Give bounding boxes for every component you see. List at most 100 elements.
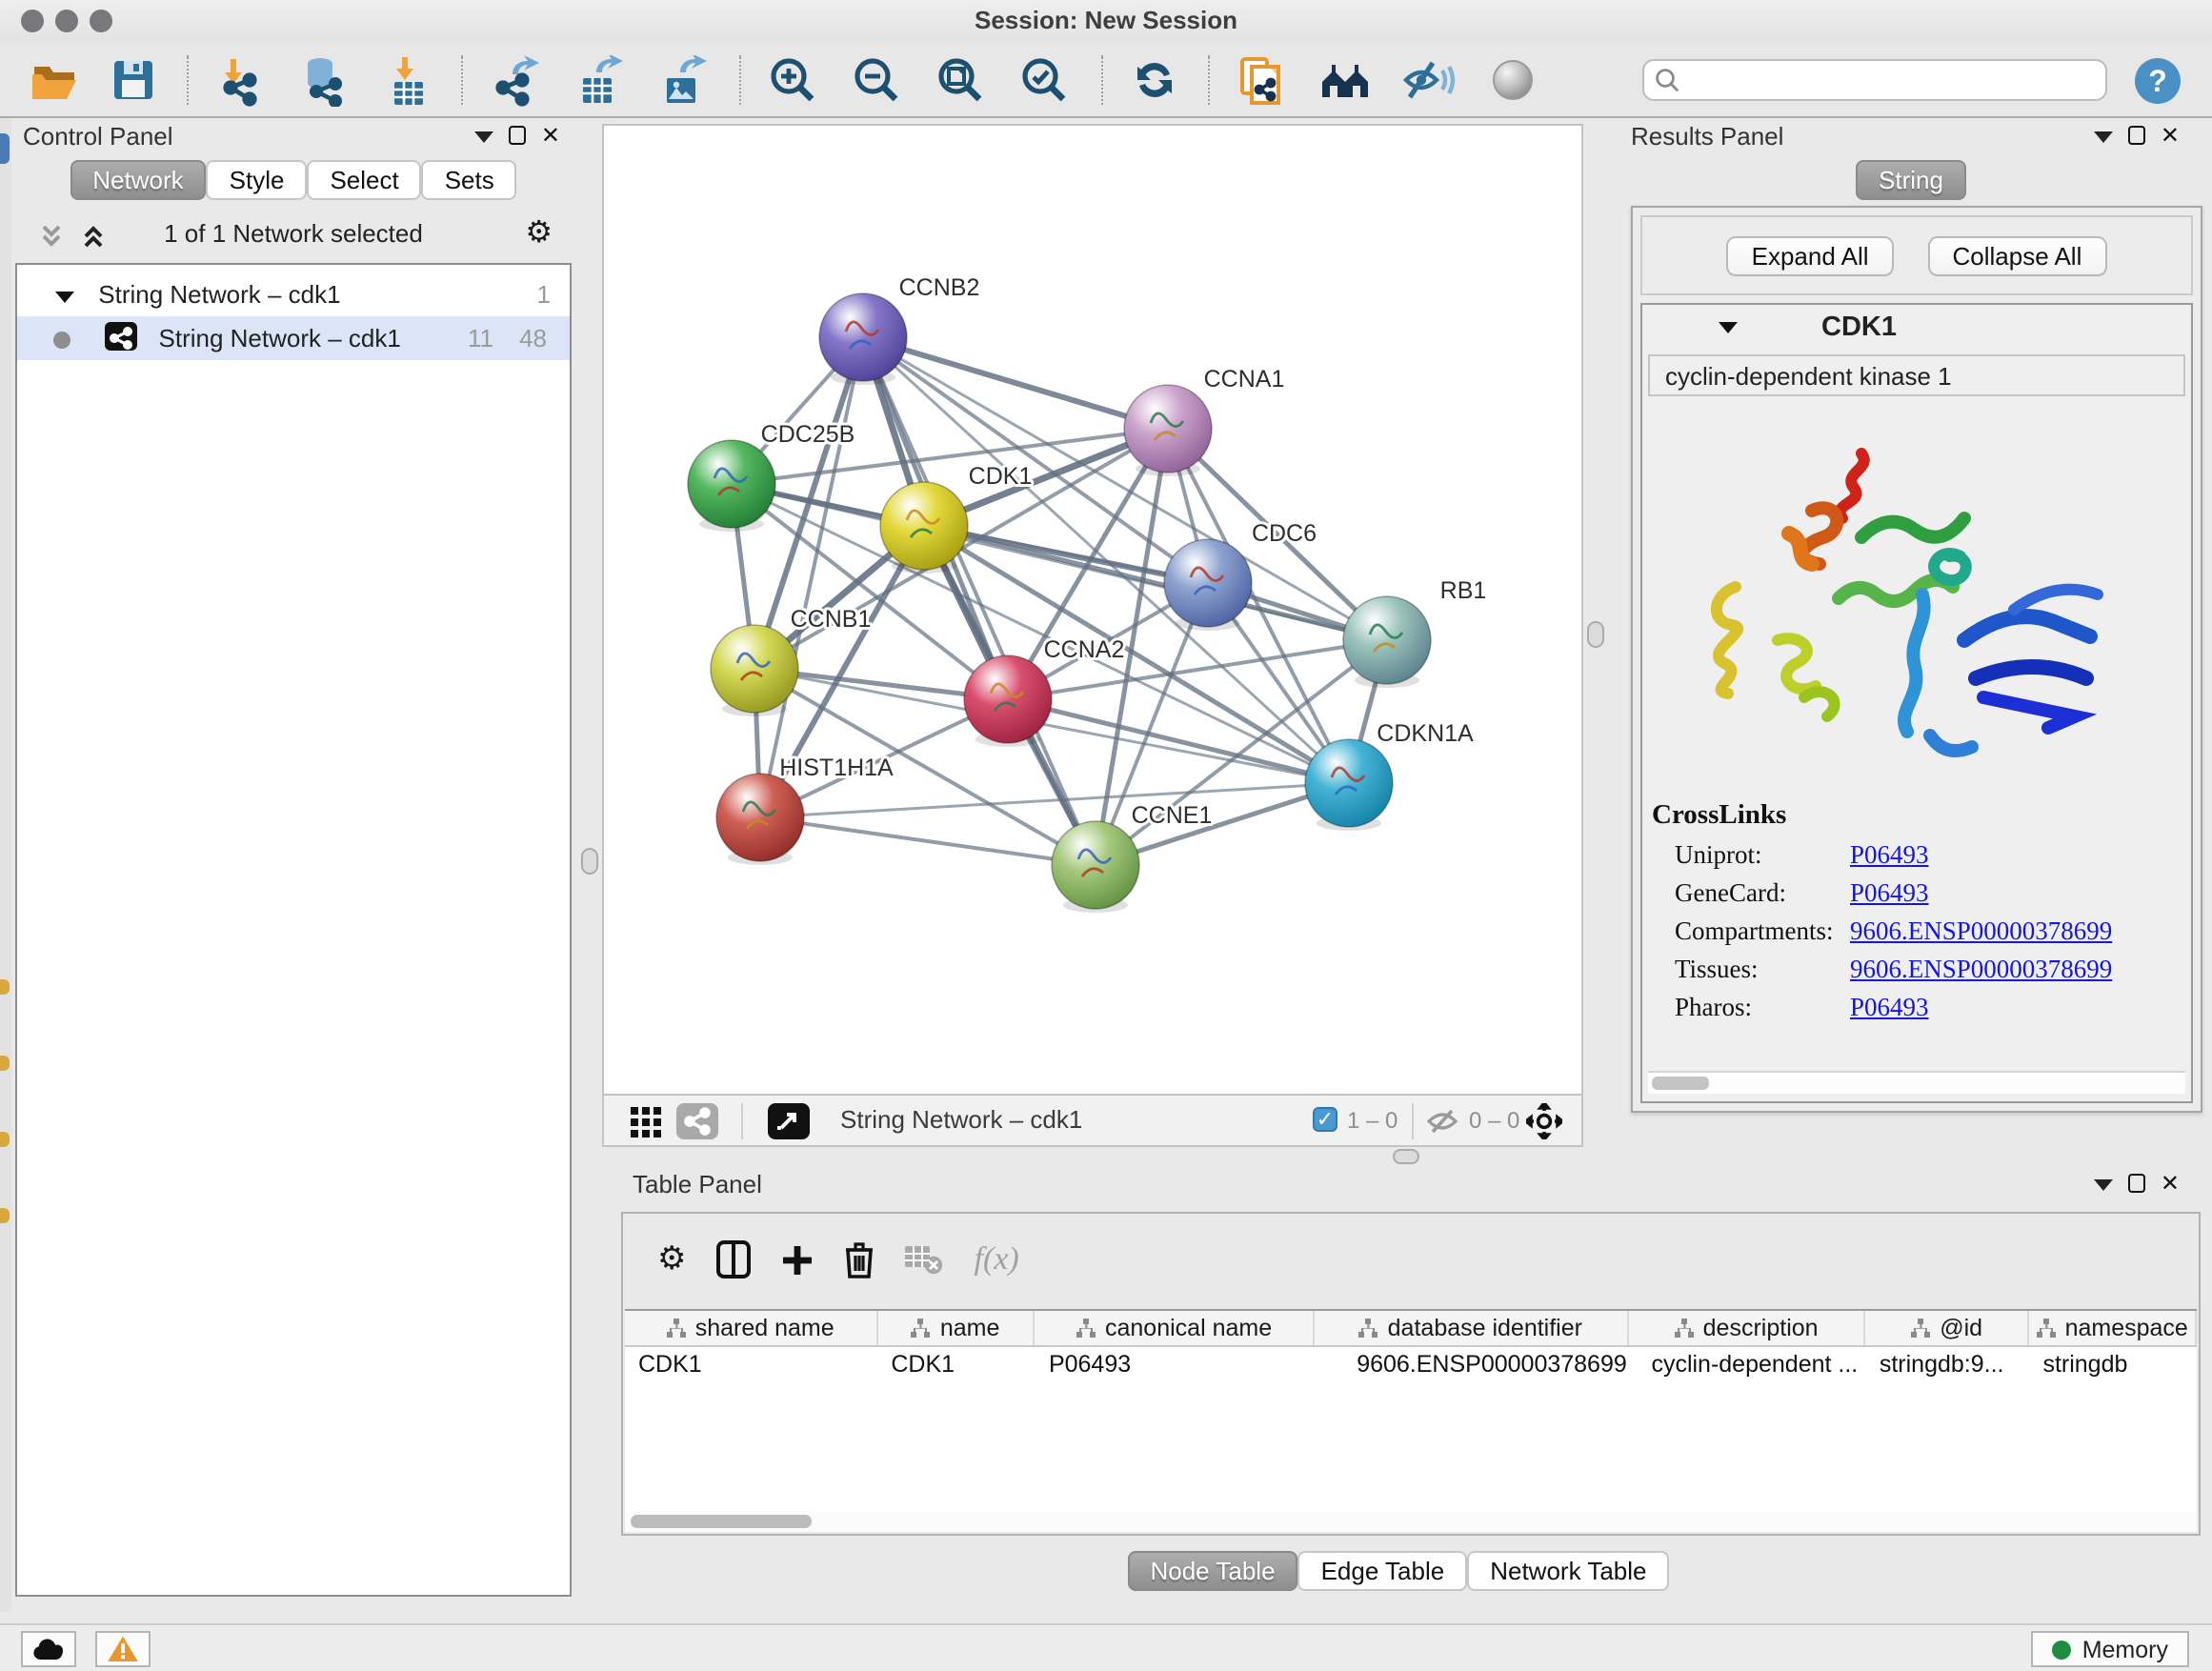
scrollbar-thumb[interactable] [1652,1077,1709,1090]
zoom-fit-button[interactable] [926,50,995,111]
panel-menu-icon[interactable] [474,131,493,143]
network-edge[interactable] [863,337,1096,865]
table-cell[interactable]: CDK1 [625,1347,877,1385]
table-cell[interactable]: CDK1 [877,1347,1036,1385]
table-cell[interactable]: cyclin-dependent ... [1628,1347,1865,1385]
panel-menu-icon[interactable] [2094,131,2113,143]
column-header[interactable]: description [1628,1311,1865,1345]
warnings-button[interactable] [95,1631,151,1667]
network-node-CDKN1A[interactable] [1305,739,1393,827]
network-node-CCNB2[interactable] [819,293,907,381]
network-node-CCNB1[interactable] [711,625,798,713]
zoom-out-button[interactable] [842,50,911,111]
network-node-CCNA1[interactable] [1124,385,1212,473]
crosslink-tissues-link[interactable]: 9606.ENSP00000378699 [1850,955,2112,985]
float-panel-icon[interactable] [2128,126,2145,145]
network-edge[interactable] [760,337,863,817]
export-network-button[interactable] [480,50,549,111]
network-row-selected[interactable]: String Network – cdk1 11 48 [17,316,570,360]
network-collection-row[interactable]: String Network – cdk1 1 [17,272,570,316]
delete-trash-icon[interactable] [845,1240,875,1278]
add-column-plus-icon[interactable] [782,1243,814,1276]
column-header[interactable]: name [877,1311,1036,1345]
selected-checkbox[interactable]: ✓ [1313,1107,1337,1132]
float-panel-icon[interactable] [2128,1174,2145,1193]
import-network-file-button[interactable] [206,50,274,111]
column-header[interactable]: canonical name [1036,1311,1315,1345]
cloud-status-button[interactable] [21,1631,76,1667]
string-query-button[interactable] [1311,50,1379,111]
table-horizontal-scrollbar[interactable] [625,1511,2197,1532]
panel-menu-icon[interactable] [2094,1179,2113,1191]
close-panel-icon[interactable]: ✕ [2161,1174,2180,1193]
table-options-gear-icon[interactable]: ⚙ [657,1240,687,1278]
network-node-CDC6[interactable] [1164,539,1252,627]
grid-view-icon[interactable] [631,1107,661,1137]
hidden-eye-slash-icon[interactable] [1427,1107,1459,1136]
table-cell[interactable]: 9606.ENSP00000378699 [1315,1347,1628,1385]
crosslink-compartments-link[interactable]: 9606.ENSP00000378699 [1850,916,2112,947]
network-options-gear-icon[interactable]: ⚙ [525,213,553,250]
birdseye-share-icon[interactable] [676,1103,718,1139]
help-button[interactable]: ? [2126,50,2187,111]
expand-all-button[interactable]: Expand All [1727,235,1894,275]
show-structures-button[interactable] [1478,50,1547,111]
collapse-all-button[interactable]: Collapse All [1928,235,2107,275]
network-node-CDC25B[interactable] [688,440,775,528]
network-edge[interactable] [863,337,1168,429]
tab-network-table[interactable]: Network Table [1467,1551,1669,1591]
clone-network-button[interactable] [1227,50,1296,111]
crosslink-genecard-link[interactable]: P06493 [1850,878,1929,909]
import-network-database-button[interactable] [290,50,358,111]
open-session-button[interactable] [19,50,88,111]
results-scrollbar[interactable] [1648,1071,2185,1094]
splitter-grip[interactable] [581,848,598,875]
network-edge[interactable] [924,526,1387,640]
tab-select[interactable]: Select [307,160,421,200]
tab-string[interactable]: String [1856,160,1966,200]
export-table-button[interactable] [564,50,633,111]
close-panel-icon[interactable]: ✕ [541,126,560,145]
refresh-button[interactable] [1120,50,1189,111]
search-input[interactable] [1642,59,2107,101]
table-cell[interactable]: stringdb:9... [1866,1347,2030,1385]
column-header[interactable]: shared name [625,1311,877,1345]
crosslink-uniprot-link[interactable]: P06493 [1850,840,1929,871]
export-image-button[interactable] [648,50,716,111]
network-graph[interactable]: CCNB2CCNA1CDC25BCDK1CDC6RB1CCNB1CCNA2CDK… [604,126,1581,1094]
column-header[interactable]: namespace [2029,1311,2197,1345]
import-table-file-button[interactable] [373,50,442,111]
table-cell[interactable]: stringdb [2029,1347,2197,1385]
disclosure-triangle-icon[interactable] [1719,322,1738,333]
close-panel-icon[interactable]: ✕ [2161,126,2180,145]
network-node-RB1[interactable] [1343,596,1431,684]
network-node-HIST1H1A[interactable] [716,774,804,861]
table-cell[interactable]: P06493 [1036,1347,1315,1385]
memory-button[interactable]: Memory [2031,1631,2189,1667]
open-view-icon[interactable] [768,1103,810,1139]
fit-selection-crosshair-icon[interactable] [1526,1103,1562,1139]
show-columns-icon[interactable] [717,1240,752,1278]
scrollbar-thumb[interactable] [631,1515,812,1528]
tab-network[interactable]: Network [70,160,206,200]
splitter-grip[interactable] [1587,621,1604,648]
zoom-in-button[interactable] [758,50,827,111]
table-row[interactable]: CDK1 CDK1 P06493 9606.ENSP00000378699 cy… [625,1347,2197,1385]
float-panel-icon[interactable] [509,126,526,145]
hide-evidence-button[interactable] [1395,50,1463,111]
column-header[interactable]: @id [1866,1311,2030,1345]
network-edge[interactable] [760,817,1096,865]
tab-edge-table[interactable]: Edge Table [1298,1551,1468,1591]
network-node-CCNE1[interactable] [1052,821,1139,909]
splitter-grip[interactable] [1393,1149,1419,1164]
network-node-CDK1[interactable] [880,482,968,570]
tab-sets[interactable]: Sets [422,160,517,200]
crosslink-pharos-link[interactable]: P06493 [1850,993,1929,1023]
protein-header[interactable]: CDK1 [1642,305,2191,354]
disclosure-triangle-icon[interactable] [55,291,74,302]
tab-style[interactable]: Style [207,160,308,200]
save-session-button[interactable] [99,50,168,111]
tab-node-table[interactable]: Node Table [1127,1551,1297,1591]
network-canvas[interactable]: CCNB2CCNA1CDC25BCDK1CDC6RB1CCNB1CCNA2CDK… [602,124,1583,1096]
network-node-CCNA2[interactable] [964,655,1052,743]
